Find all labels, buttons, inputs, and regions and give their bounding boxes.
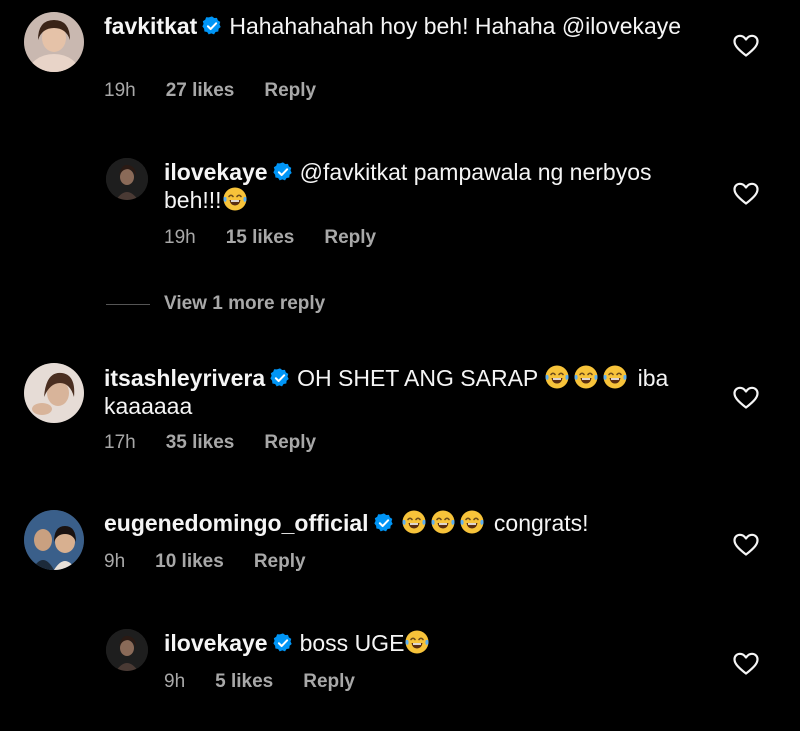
- timestamp[interactable]: 9h: [104, 551, 125, 572]
- comment-text: itsashleyrivera OH SHET ANG SARAP iba kaa…: [104, 364, 724, 420]
- face-with-tears-of-joy-emoji: [430, 509, 456, 535]
- likes-count[interactable]: 15 likes: [226, 227, 295, 248]
- comment-meta: 9h 10 likes Reply: [104, 551, 336, 573]
- heart-icon[interactable]: [733, 652, 759, 676]
- face-with-tears-of-joy-emoji: [401, 509, 427, 535]
- username[interactable]: eugenedomingo_official: [104, 510, 369, 536]
- avatar[interactable]: [106, 158, 148, 200]
- verified-badge-icon: [272, 632, 294, 654]
- heart-icon[interactable]: [733, 533, 759, 557]
- heart-icon[interactable]: [733, 386, 759, 410]
- comment-meta: 9h 5 likes Reply: [164, 671, 385, 693]
- heart-icon[interactable]: [733, 34, 759, 58]
- username[interactable]: ilovekaye: [164, 159, 268, 185]
- reply-button[interactable]: Reply: [324, 227, 376, 248]
- avatar[interactable]: [106, 629, 148, 671]
- face-with-tears-of-joy-emoji: [544, 364, 570, 390]
- comment-body: Hahahahahah hoy beh! Hahaha @ilovekaye: [229, 13, 682, 39]
- comment-meta: 19h 27 likes Reply: [104, 80, 346, 102]
- comment-text: eugenedomingo_official congrats!: [104, 509, 724, 537]
- avatar[interactable]: [24, 363, 84, 423]
- username[interactable]: ilovekaye: [164, 630, 268, 656]
- username[interactable]: favkitkat: [104, 13, 197, 39]
- timestamp[interactable]: 19h: [104, 80, 136, 101]
- divider-line: [106, 303, 150, 305]
- face-with-tears-of-joy-emoji: [404, 629, 430, 655]
- timestamp[interactable]: 17h: [104, 432, 136, 453]
- username[interactable]: itsashleyrivera: [104, 365, 265, 391]
- verified-badge-icon: [373, 512, 395, 534]
- comment-text: favkitkat Hahahahahah hoy beh! Hahaha @il…: [104, 12, 724, 40]
- reply-button[interactable]: Reply: [303, 671, 355, 692]
- comment-text: ilovekaye @favkitkat pampawala ng nerbyos…: [164, 158, 704, 214]
- likes-count[interactable]: 10 likes: [155, 551, 224, 572]
- timestamp[interactable]: 19h: [164, 227, 196, 248]
- verified-badge-icon: [272, 161, 294, 183]
- verified-badge-icon: [201, 15, 223, 37]
- likes-count[interactable]: 27 likes: [166, 80, 235, 101]
- face-with-tears-of-joy-emoji: [602, 364, 628, 390]
- verified-badge-icon: [269, 367, 291, 389]
- reply-button[interactable]: Reply: [254, 551, 306, 572]
- reply-button[interactable]: Reply: [264, 80, 316, 101]
- likes-count[interactable]: 5 likes: [215, 671, 273, 692]
- face-with-tears-of-joy-emoji: [222, 186, 248, 212]
- comment-body: OH SHET ANG SARAP: [297, 365, 538, 391]
- avatar[interactable]: [24, 510, 84, 570]
- timestamp[interactable]: 9h: [164, 671, 185, 692]
- comment-text: ilovekaye boss UGE: [164, 629, 704, 657]
- comment-meta: 19h 15 likes Reply: [164, 227, 406, 249]
- view-more-replies-button[interactable]: View 1 more reply: [106, 293, 325, 315]
- avatar[interactable]: [24, 12, 84, 72]
- face-with-tears-of-joy-emoji: [573, 364, 599, 390]
- face-with-tears-of-joy-emoji: [459, 509, 485, 535]
- likes-count[interactable]: 35 likes: [166, 432, 235, 453]
- comment-body: boss UGE: [299, 630, 405, 656]
- heart-icon[interactable]: [733, 182, 759, 206]
- view-more-label: View 1 more reply: [164, 293, 326, 314]
- reply-button[interactable]: Reply: [264, 432, 316, 453]
- comment-body: congrats!: [493, 510, 589, 536]
- comment-meta: 17h 35 likes Reply: [104, 432, 346, 454]
